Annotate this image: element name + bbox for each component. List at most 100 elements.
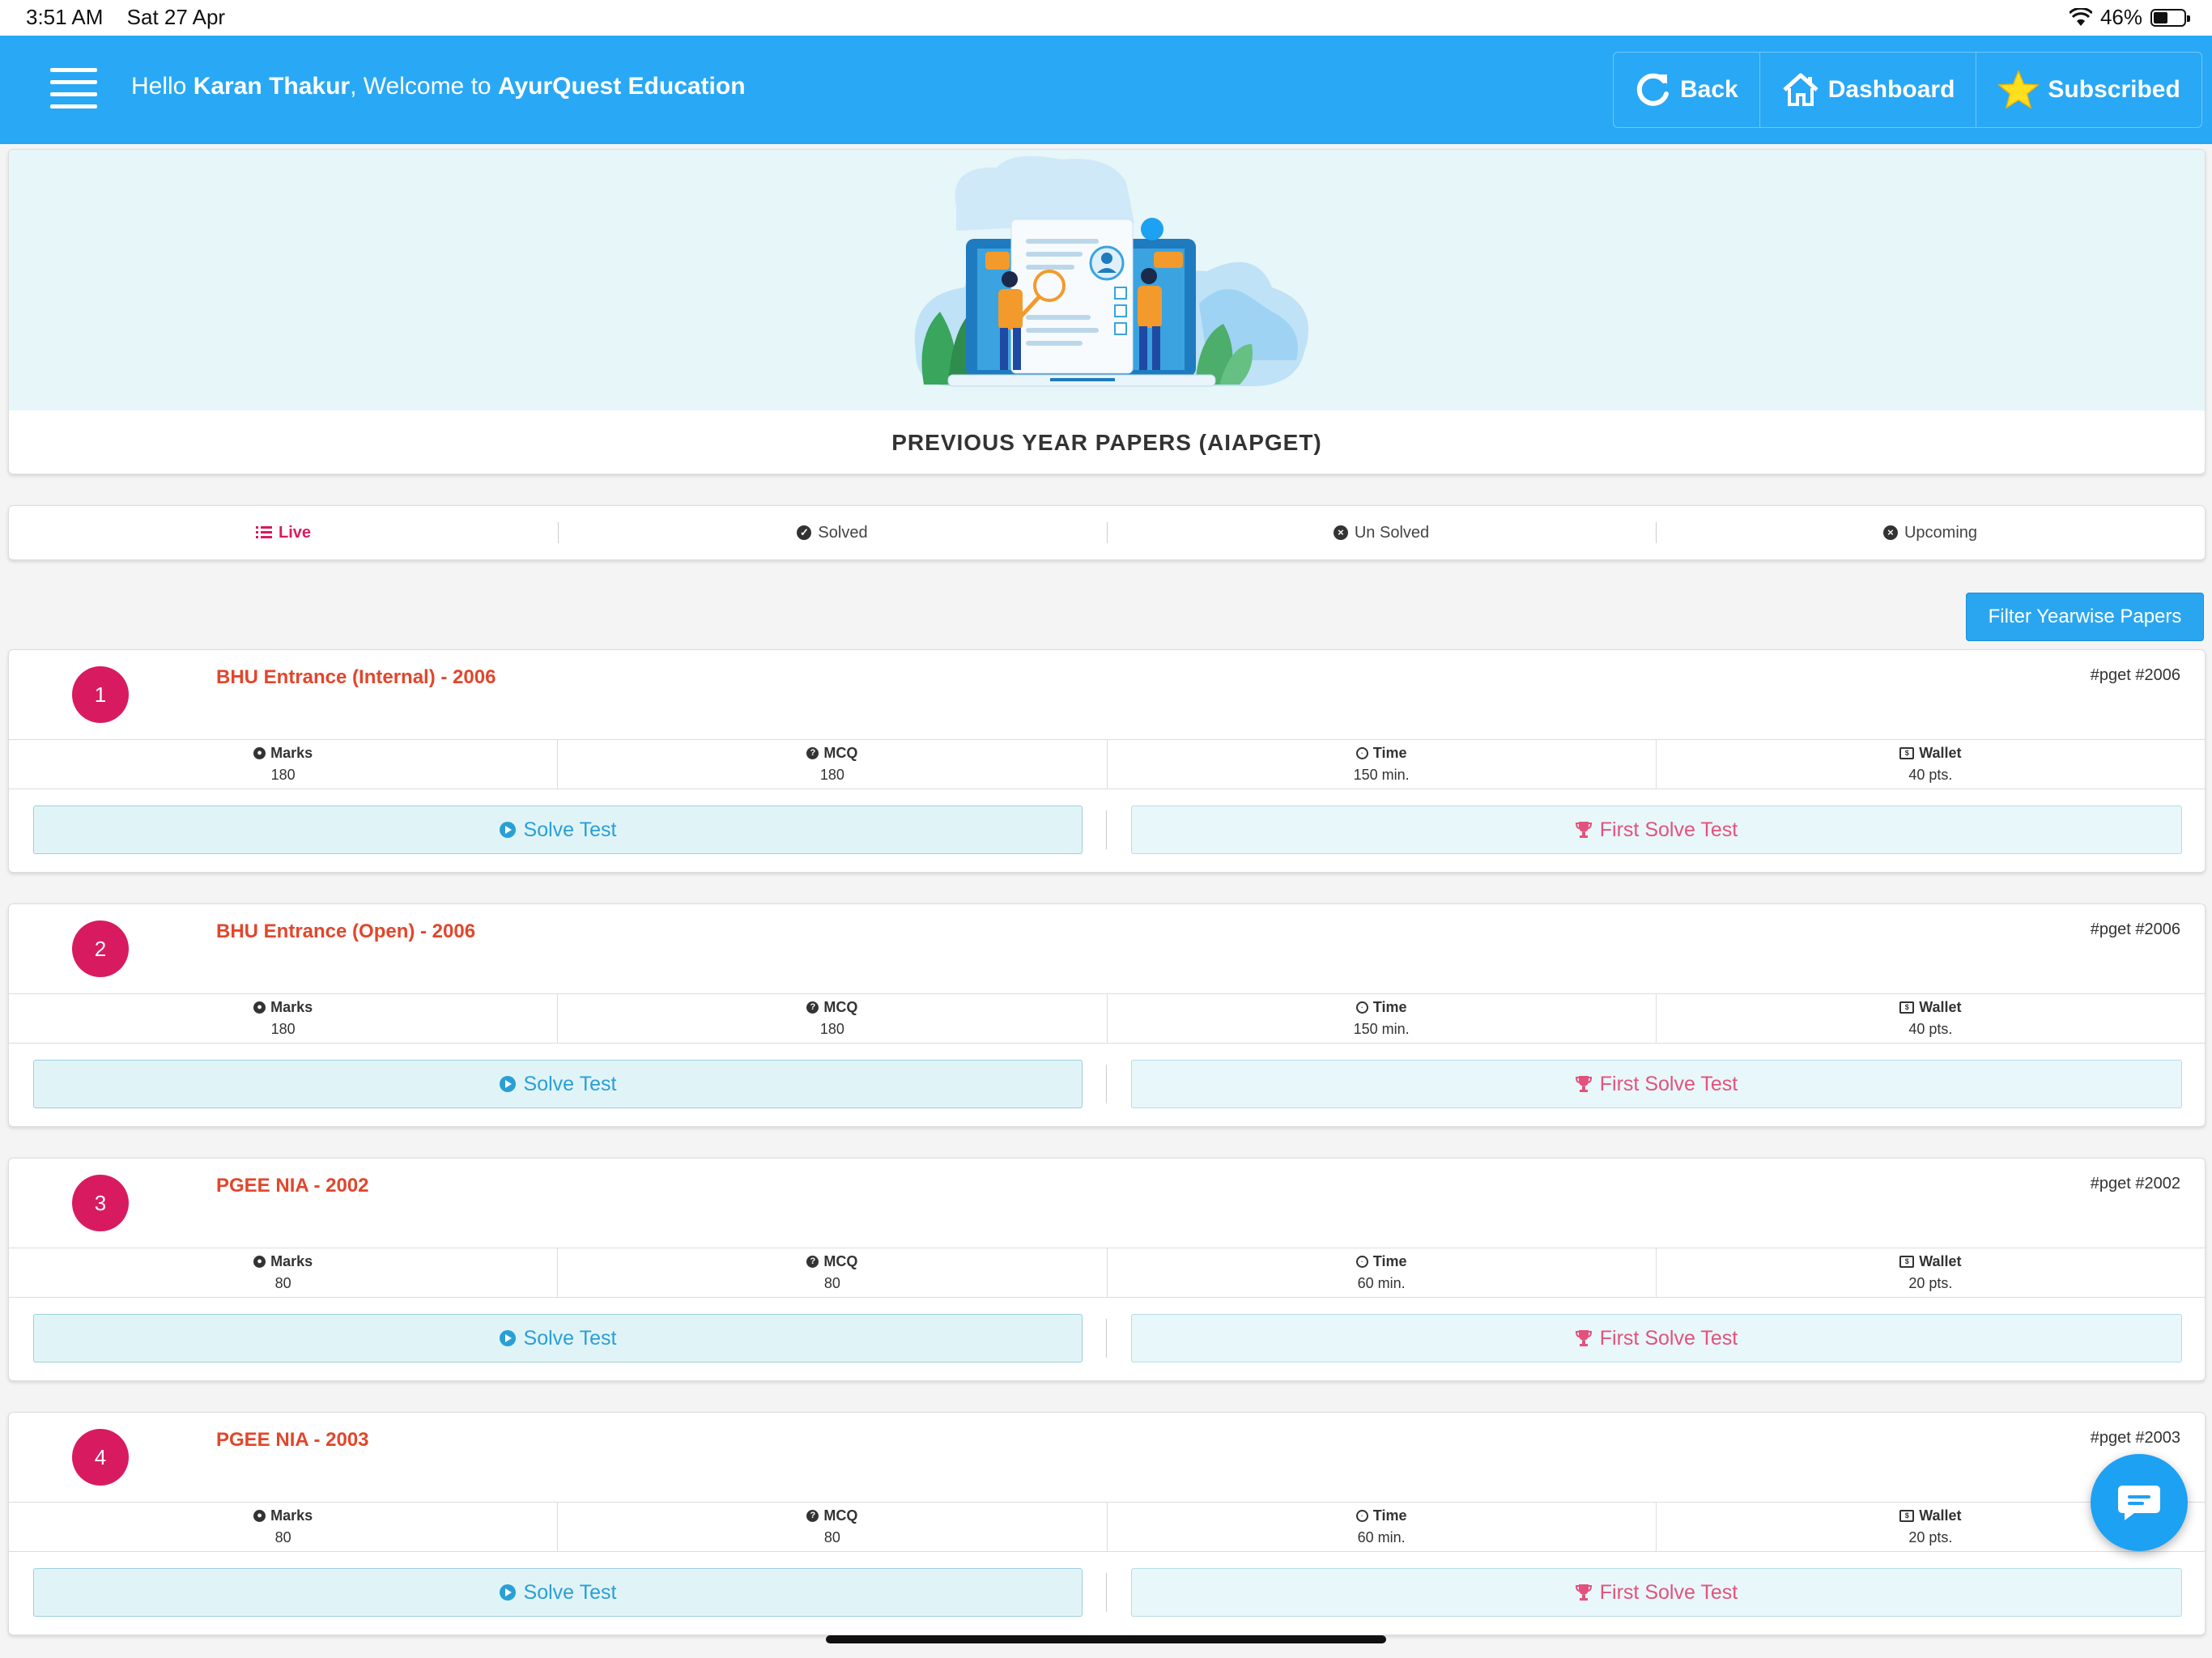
- paper-stats: ● Marks 180 ? MCQ 180 · Time 150 min. $ Wall…: [9, 739, 2205, 789]
- paper-title[interactable]: BHU Entrance (Internal) - 2006: [216, 666, 496, 689]
- exam-illustration: [914, 155, 1308, 387]
- stat-marks-label: Marks: [270, 999, 313, 1015]
- action-divider: [1106, 810, 1107, 849]
- stat-time-value: 150 min.: [1353, 1021, 1410, 1037]
- home-indicator: [826, 1635, 1386, 1643]
- stat-mcq-label: MCQ: [823, 999, 858, 1015]
- tab-unsolved[interactable]: × Un Solved: [1107, 506, 1656, 559]
- trophy-icon: [1575, 1076, 1592, 1092]
- stat-mcq-label: MCQ: [823, 1253, 858, 1269]
- stat-time-label-row: · Time: [1108, 1507, 1656, 1524]
- stat-wallet-label-row: $ Wallet: [1657, 999, 2205, 1016]
- stat-time-value: 60 min.: [1357, 1275, 1406, 1291]
- stat-marks: ● Marks 80: [9, 1248, 557, 1297]
- tab-unsolved-label: Un Solved: [1354, 523, 1430, 542]
- solve-test-button[interactable]: Solve Test: [33, 1314, 1083, 1363]
- stat-time-label-row: · Time: [1108, 999, 1656, 1016]
- refresh-icon: [1636, 73, 1669, 106]
- stat-time-label: Time: [1372, 999, 1407, 1015]
- battery-icon: [2150, 8, 2190, 27]
- menu-icon[interactable]: [50, 68, 97, 108]
- stat-wallet: $ Wallet 40 pts.: [1655, 994, 2205, 1043]
- paper-tags: #pget #2006: [2090, 920, 2180, 938]
- solve-test-button[interactable]: Solve Test: [33, 1060, 1083, 1108]
- app-header: Hello Karan Thakur, Welcome to AyurQuest…: [0, 36, 2212, 144]
- stat-marks-label-row: ● Marks: [9, 1507, 557, 1524]
- action-divider: [1106, 1573, 1107, 1612]
- chat-button[interactable]: [2091, 1454, 2188, 1551]
- paper-title[interactable]: PGEE NIA - 2003: [216, 1429, 369, 1452]
- dashboard-button[interactable]: Dashboard: [1760, 53, 1977, 127]
- paper-number-badge: 4: [72, 1429, 129, 1486]
- stat-mcq-label: MCQ: [823, 745, 858, 761]
- stat-marks: ● Marks 80: [9, 1503, 557, 1551]
- paper-title[interactable]: PGEE NIA - 2002: [216, 1175, 369, 1197]
- paper-number-badge: 2: [72, 920, 129, 977]
- subscribed-button[interactable]: Subscribed: [1976, 53, 2201, 127]
- stat-time-value: 60 min.: [1357, 1529, 1406, 1545]
- solve-test-button[interactable]: Solve Test: [33, 806, 1083, 854]
- stat-wallet-value: 40 pts.: [1908, 767, 1953, 783]
- stat-time: · Time 150 min.: [1106, 740, 1656, 789]
- star-icon: [1997, 70, 2040, 109]
- tab-live[interactable]: Live: [9, 506, 558, 559]
- first-solve-test-label: First Solve Test: [1599, 1072, 1738, 1095]
- stat-wallet: $ Wallet 40 pts.: [1655, 740, 2205, 789]
- stat-mcq-label: MCQ: [823, 1507, 858, 1524]
- stat-time-label: Time: [1372, 1253, 1407, 1269]
- paper-actions: Solve Test First Solve Test: [9, 1568, 2205, 1618]
- paper-card: 3 PGEE NIA - 2002 #pget #2002 ● Marks 80 …: [8, 1158, 2206, 1381]
- stat-marks: ● Marks 180: [9, 740, 557, 789]
- paper-card: 2 BHU Entrance (Open) - 2006 #pget #2006…: [8, 903, 2206, 1127]
- tab-upcoming[interactable]: × Upcoming: [1656, 506, 2205, 559]
- stat-marks-label-row: ● Marks: [9, 1253, 557, 1270]
- question-circle-icon: ?: [806, 747, 819, 759]
- clock-icon: ·: [1355, 1510, 1368, 1522]
- solve-test-label: Solve Test: [523, 1580, 617, 1604]
- tab-upcoming-label: Upcoming: [1904, 523, 1978, 542]
- tab-solved[interactable]: ✓ Solved: [558, 506, 1107, 559]
- tab-live-label: Live: [278, 523, 312, 542]
- stat-time-label: Time: [1372, 1507, 1407, 1524]
- stat-marks-value: 80: [274, 1529, 291, 1545]
- filter-yearwise-button[interactable]: Filter Yearwise Papers: [1966, 593, 2204, 641]
- paper-title[interactable]: BHU Entrance (Open) - 2006: [216, 920, 475, 943]
- back-button[interactable]: Back: [1614, 53, 1760, 127]
- battery-level: [2154, 11, 2167, 23]
- stat-mcq-value: 80: [823, 1275, 840, 1291]
- stat-marks: ● Marks 180: [9, 994, 557, 1043]
- status-tabs: Live ✓ Solved × Un Solved × Upcoming: [8, 505, 2206, 560]
- header-button-group: Back Dashboard Subscribed: [1613, 52, 2202, 128]
- first-solve-test-button[interactable]: First Solve Test: [1131, 1568, 2182, 1617]
- marks-icon: ●: [253, 1510, 266, 1522]
- check-circle-icon: ✓: [797, 525, 812, 540]
- stat-time: · Time 150 min.: [1106, 994, 1656, 1043]
- list-icon: [255, 526, 272, 538]
- first-solve-test-button[interactable]: First Solve Test: [1131, 806, 2182, 854]
- paper-tags: #pget #2003: [2090, 1429, 2180, 1447]
- paper-actions: Solve Test First Solve Test: [9, 806, 2205, 856]
- stat-mcq-label-row: ? MCQ: [558, 1507, 1106, 1524]
- stat-marks-value: 180: [270, 767, 296, 783]
- first-solve-test-button[interactable]: First Solve Test: [1131, 1060, 2182, 1108]
- stat-marks-label-row: ● Marks: [9, 999, 557, 1016]
- battery-percent: 46%: [2099, 5, 2142, 29]
- stat-wallet-label: Wallet: [1919, 1253, 1962, 1269]
- solve-test-label: Solve Test: [523, 1072, 617, 1095]
- paper-card: 1 BHU Entrance (Internal) - 2006 #pget #…: [8, 649, 2206, 873]
- stat-mcq: ? MCQ 180: [557, 740, 1106, 789]
- first-solve-test-button[interactable]: First Solve Test: [1131, 1314, 2182, 1363]
- stat-wallet-value: 40 pts.: [1908, 1021, 1953, 1037]
- stat-marks-value: 80: [274, 1275, 291, 1291]
- paper-actions: Solve Test First Solve Test: [9, 1314, 2205, 1364]
- status-date: Sat 27 Apr: [126, 5, 226, 29]
- stat-wallet-label-row: $ Wallet: [1657, 1253, 2205, 1270]
- solve-test-button[interactable]: Solve Test: [33, 1568, 1083, 1617]
- stat-mcq-value: 180: [819, 1021, 844, 1037]
- first-solve-test-label: First Solve Test: [1599, 1326, 1738, 1350]
- stat-mcq-label-row: ? MCQ: [558, 745, 1106, 762]
- stat-mcq: ? MCQ 80: [557, 1248, 1106, 1297]
- paper-tags: #pget #2006: [2090, 666, 2180, 684]
- stat-time-value: 150 min.: [1353, 767, 1410, 783]
- paper-stats: ● Marks 80 ? MCQ 80 · Time 60 min. $ Wallet …: [9, 1502, 2205, 1552]
